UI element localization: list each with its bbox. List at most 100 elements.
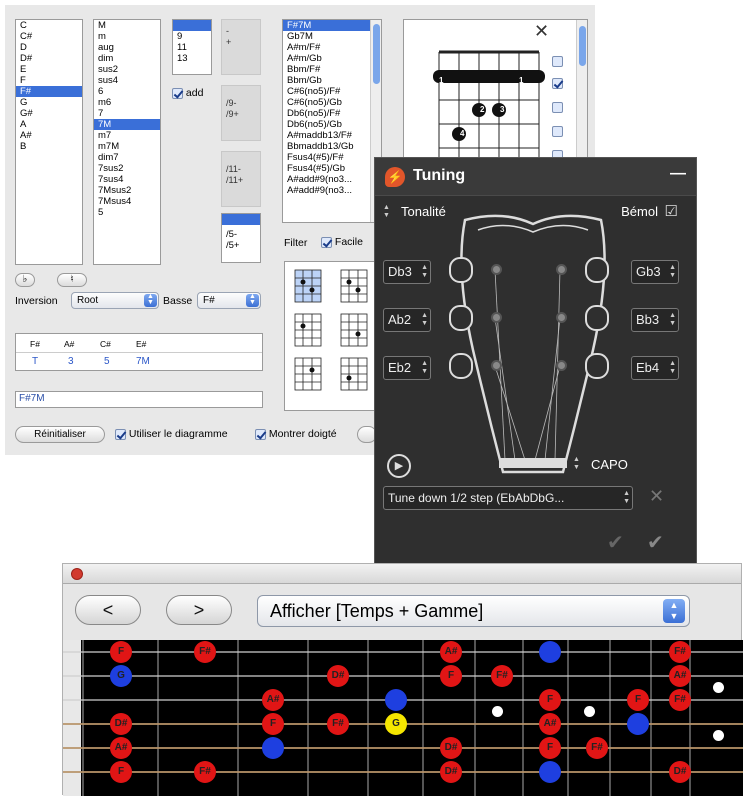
diagram-thumbnails[interactable] <box>284 261 376 411</box>
quality-item[interactable]: sus4 <box>94 75 160 86</box>
note-marker[interactable]: F# <box>669 689 691 711</box>
root-item[interactable]: D# <box>16 53 82 64</box>
fifth-item[interactable]: /5- <box>222 229 260 240</box>
chord-name-field[interactable]: F#7M <box>15 391 263 408</box>
note-marker[interactable]: F# <box>586 737 608 759</box>
apply-all-icon[interactable]: ✔ <box>607 530 624 555</box>
alteration-item[interactable]: /11+ <box>226 175 256 186</box>
note-marker-blue[interactable] <box>539 761 561 783</box>
ninth-alteration-box[interactable]: /9- /9+ <box>221 85 261 141</box>
quality-item[interactable]: m6 <box>94 97 160 108</box>
root-item[interactable]: E <box>16 64 82 75</box>
extension-item-selected[interactable] <box>173 20 211 31</box>
note-marker-blue[interactable] <box>627 713 649 735</box>
note-marker[interactable]: D# <box>110 713 132 735</box>
show-fingering-checkbox[interactable]: Montrer doigté <box>255 428 337 440</box>
quality-item[interactable]: M <box>94 20 160 31</box>
quality-item[interactable]: 7Msus2 <box>94 185 160 196</box>
note-marker[interactable]: A# <box>440 641 462 663</box>
fifth-item-selected[interactable] <box>222 214 260 225</box>
alteration-item[interactable]: + <box>226 37 256 48</box>
extension-item[interactable]: 9 <box>173 31 211 42</box>
note-marker[interactable]: F# <box>491 665 513 687</box>
note-marker[interactable]: A# <box>669 665 691 687</box>
chord-name-item[interactable]: A#m/F# <box>283 42 381 53</box>
quality-item[interactable]: 6 <box>94 86 160 97</box>
alteration-item[interactable]: /9+ <box>226 109 256 120</box>
alteration-item[interactable]: - <box>226 26 256 37</box>
alteration-box[interactable]: - + <box>221 19 261 75</box>
delete-preset-icon[interactable]: ✕ <box>649 486 664 507</box>
root-item[interactable]: A <box>16 119 82 130</box>
note-marker[interactable]: F <box>110 761 132 783</box>
capo-stepper[interactable]: ▲ ▼ <box>573 456 580 472</box>
root-list[interactable]: C C# D D# E F F# G G# A A# B <box>15 19 83 265</box>
quality-item[interactable]: dim7 <box>94 152 160 163</box>
play-icon[interactable]: ▶ <box>387 454 411 478</box>
quality-item[interactable]: m <box>94 31 160 42</box>
note-marker[interactable]: D# <box>440 761 462 783</box>
chord-name-item[interactable]: A#m/Gb <box>283 53 381 64</box>
diagram-scrollbar[interactable] <box>576 20 587 168</box>
string-select-eb4[interactable]: Eb4 ▲ ▼ <box>631 356 679 380</box>
close-icon[interactable]: ✕ <box>530 22 549 40</box>
fifth-item[interactable]: /5+ <box>222 240 260 251</box>
checkbox-icon[interactable] <box>255 428 266 440</box>
next-button[interactable]: > <box>166 595 232 625</box>
note-marker[interactable]: F <box>627 689 649 711</box>
root-item-selected[interactable]: F# <box>16 86 82 97</box>
note-marker[interactable]: F# <box>327 713 349 735</box>
note-marker[interactable]: A# <box>110 737 132 759</box>
note-marker-blue[interactable] <box>262 737 284 759</box>
reset-button[interactable]: Réinitialiser <box>15 426 105 443</box>
diagram-checkbox[interactable] <box>552 102 563 113</box>
quality-item[interactable]: 7 <box>94 108 160 119</box>
stepper-icon[interactable]: ▲ ▼ <box>421 360 428 376</box>
chord-name-item[interactable]: Bbm/Gb <box>283 75 381 86</box>
quality-item[interactable]: 7Msus4 <box>94 196 160 207</box>
chord-name-item[interactable]: C#6(no5)/Gb <box>283 97 381 108</box>
fifth-alteration-list[interactable]: /5- /5+ <box>221 213 261 263</box>
note-marker[interactable]: A# <box>262 689 284 711</box>
alteration-item[interactable]: /9- <box>226 98 256 109</box>
flat-button[interactable]: ♭ <box>15 273 35 287</box>
root-item[interactable]: A# <box>16 130 82 141</box>
quality-item[interactable]: 5 <box>94 207 160 218</box>
note-marker-blue[interactable] <box>539 641 561 663</box>
chord-name-item[interactable]: C#6(no5)/F# <box>283 86 381 97</box>
checkbox-icon[interactable] <box>115 428 126 440</box>
close-window-icon[interactable] <box>71 568 83 580</box>
use-diagram-checkbox[interactable]: Utiliser le diagramme <box>115 428 228 440</box>
tuning-preset-select[interactable]: Tune down 1/2 step (EbAbDbG... ▲ ▼ <box>383 486 633 510</box>
root-item[interactable]: G <box>16 97 82 108</box>
stepper-icon[interactable]: ▲ ▼ <box>669 264 676 280</box>
flat-checkbox[interactable]: ☑ <box>665 202 678 220</box>
diagram-checkbox[interactable] <box>552 126 563 137</box>
note-marker[interactable]: F <box>262 713 284 735</box>
root-item[interactable]: F <box>16 75 82 86</box>
string-select-ab2[interactable]: Ab2 ▲ ▼ <box>383 308 431 332</box>
note-marker[interactable]: F# <box>669 641 691 663</box>
note-marker[interactable]: A# <box>539 713 561 735</box>
string-select-db3[interactable]: Db3 ▲ ▼ <box>383 260 431 284</box>
quality-item[interactable]: sus2 <box>94 64 160 75</box>
note-marker-blue[interactable] <box>385 689 407 711</box>
display-mode-select[interactable]: Afficher [Temps + Gamme] ▲ ▼ <box>257 595 690 627</box>
thumbnail-grid[interactable] <box>285 262 376 411</box>
stepper-icon[interactable]: ▲ ▼ <box>669 312 676 328</box>
note-marker-yellow[interactable]: G <box>385 713 407 735</box>
root-item[interactable]: C# <box>16 31 82 42</box>
checkbox-icon[interactable] <box>172 87 183 99</box>
bass-select[interactable]: F# ▲ ▼ <box>197 292 261 309</box>
root-item[interactable]: G# <box>16 108 82 119</box>
root-item[interactable]: B <box>16 141 82 152</box>
quality-item-selected[interactable]: 7M <box>94 119 160 130</box>
add-checkbox[interactable]: add <box>172 87 203 99</box>
quality-item[interactable]: 7sus4 <box>94 174 160 185</box>
extension-item[interactable]: 11 <box>173 42 211 53</box>
root-item[interactable]: D <box>16 42 82 53</box>
prev-button[interactable]: < <box>75 595 141 625</box>
quality-item[interactable]: m7M <box>94 141 160 152</box>
diagram-checkbox[interactable] <box>552 56 563 67</box>
note-marker[interactable]: D# <box>327 665 349 687</box>
